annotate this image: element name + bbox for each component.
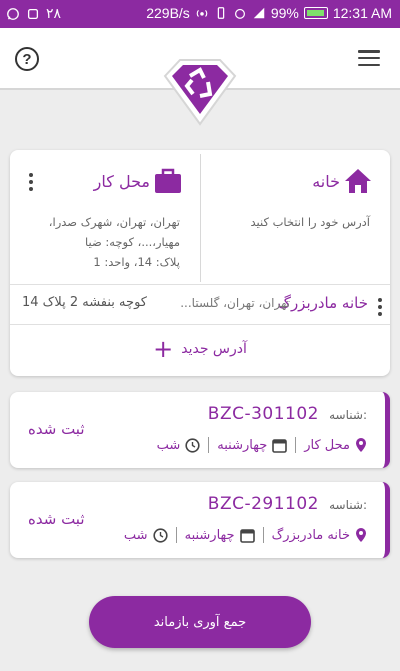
status-left: ۲۸ [6, 5, 61, 22]
order-meta: خانه مادربزرگ چهارشنبه شب [124, 527, 367, 543]
order-meta: محل کار چهارشنبه شب [157, 437, 367, 453]
battery-percent: 99% [270, 5, 299, 21]
home-text: آدرس خود را انتخاب کنید [250, 215, 370, 229]
work-title: محل کار [93, 172, 150, 191]
meta-divider [175, 527, 177, 543]
notification-count: ۲۸ [46, 5, 62, 21]
order-day: چهارشنبه [217, 437, 268, 453]
order-id-label: شناسه: [329, 498, 367, 512]
order-id: BZC-301102 [207, 404, 319, 424]
alarm-icon [234, 8, 245, 19]
row-divider-2 [10, 324, 390, 325]
calendar-icon [272, 438, 288, 453]
address-card: خانه آدرس خود را انتخاب کنید محل کار تهر… [10, 150, 390, 376]
location-pin-icon [356, 438, 366, 452]
extra-street: کوچه بنفشه 2 پلاک 14 [22, 295, 147, 310]
hotspot-icon [196, 9, 208, 17]
help-icon[interactable]: ? [15, 47, 39, 71]
order-location: خانه مادربزرگ [271, 527, 350, 543]
extra-title: خانه مادربزرگ [277, 294, 368, 312]
plus-icon: + [153, 335, 174, 363]
work-address: تهران، تهران، شهرک صدرا، مهیار،...، کوچه… [49, 212, 180, 272]
work-line-3: پلاک: 14، واحد: 1 [93, 255, 180, 269]
column-divider [200, 154, 201, 282]
order-time: شب [156, 437, 181, 453]
home-title: خانه [312, 172, 340, 191]
work-line-1: تهران، تهران، شهرک صدرا، [48, 215, 180, 229]
status-bar: ۲۸ 229B/s 99% 12:31 AM [0, 0, 400, 28]
calendar-icon [239, 528, 255, 543]
signal-icon [253, 7, 265, 19]
app-logo [160, 58, 240, 128]
new-address-label: آدرس جدید [181, 341, 247, 357]
status-right: 229B/s 99% 12:31 AM [146, 5, 392, 21]
order-location: محل کار [304, 437, 350, 453]
network-speed: 229B/s [146, 5, 190, 21]
meta-divider [208, 437, 210, 453]
order-id-label: شناسه: [329, 408, 367, 422]
address-home[interactable]: خانه آدرس خود را انتخاب کنید [200, 150, 390, 284]
new-address-button[interactable]: آدرس جدید + [10, 326, 390, 372]
clock-icon [185, 437, 200, 453]
clock-icon [152, 527, 168, 543]
whatsapp-icon [7, 7, 19, 20]
order-status: ثبت شده [28, 420, 85, 438]
clock: 12:31 AM [332, 5, 392, 21]
address-work[interactable]: محل کار تهران، تهران، شهرک صدرا، مهیار،.… [10, 150, 200, 284]
row-divider [10, 284, 390, 285]
order-status: ثبت شده [28, 510, 85, 528]
menu-icon[interactable] [358, 50, 380, 66]
briefcase-icon [155, 168, 181, 193]
home-icon [345, 169, 371, 193]
battery-icon [303, 7, 328, 19]
address-extra[interactable]: خانه مادربزرگ تهران، تهران، گلستا... کوچ… [10, 286, 390, 322]
collect-recyclables-button[interactable]: جمع آوری بازماند [89, 596, 311, 648]
order-time: شب [123, 527, 148, 543]
meta-divider [295, 437, 297, 453]
location-pin-icon [356, 528, 366, 542]
order-day: چهارشنبه [184, 527, 235, 543]
extra-address: تهران، تهران، گلستا... [180, 296, 290, 310]
work-line-2: مهیار،...، کوچه: ضیا [85, 235, 180, 249]
work-more-icon[interactable] [29, 173, 33, 191]
order-card[interactable]: شناسه: BZC-301102 محل کار چهارشنبه شب ثب… [10, 392, 390, 468]
vibrate-icon [217, 7, 225, 19]
meta-divider [262, 527, 264, 543]
recycle-diamond-logo-icon [163, 59, 237, 126]
extra-more-icon[interactable] [378, 298, 382, 316]
notification-icon [27, 8, 39, 19]
order-id: BZC-291102 [207, 494, 319, 514]
order-card[interactable]: شناسه: BZC-291102 خانه مادربزرگ چهارشنبه… [10, 482, 390, 558]
